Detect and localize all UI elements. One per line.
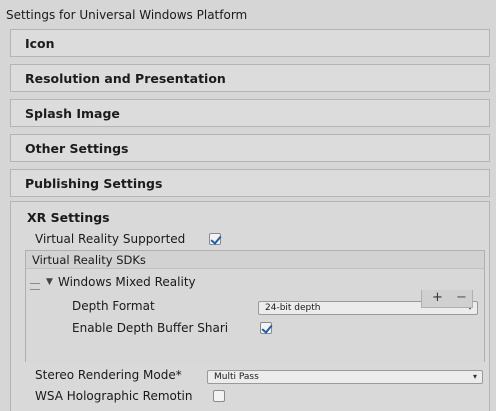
section-label: Splash Image bbox=[25, 105, 120, 121]
vr-sdk-list: Virtual Reality SDKs ▼ Windows Mixed Rea… bbox=[25, 250, 485, 365]
holographic-remoting-label: WSA Holographic Remotin bbox=[35, 389, 193, 403]
xr-settings-title[interactable]: XR Settings bbox=[27, 210, 110, 225]
add-button[interactable]: + bbox=[432, 290, 443, 305]
section-publishing-settings[interactable]: Publishing Settings bbox=[10, 169, 490, 197]
vr-sdk-list-header: Virtual Reality SDKs bbox=[26, 251, 484, 269]
section-label: Icon bbox=[25, 35, 55, 51]
page-title: Settings for Universal Windows Platform bbox=[6, 8, 248, 22]
vr-sdk-item: ▼ Windows Mixed Reality Depth Format 24-… bbox=[26, 269, 484, 365]
chevron-down-icon: ▾ bbox=[472, 372, 477, 381]
vr-supported-checkbox[interactable] bbox=[209, 233, 221, 245]
stereo-rendering-dropdown[interactable]: Multi Pass ▾ bbox=[207, 370, 483, 384]
section-icon[interactable]: Icon bbox=[10, 29, 490, 57]
vr-supported-label: Virtual Reality Supported bbox=[35, 232, 186, 246]
section-resolution-presentation[interactable]: Resolution and Presentation bbox=[10, 64, 490, 92]
depth-format-value: 24-bit depth bbox=[265, 303, 321, 313]
drag-handle-icon[interactable] bbox=[30, 283, 40, 290]
sdk-list-add-remove: + − bbox=[421, 290, 473, 308]
sdk-name: Windows Mixed Reality bbox=[58, 275, 196, 289]
enable-depth-buffer-checkbox[interactable] bbox=[260, 322, 272, 334]
vr-sdk-list-title: Virtual Reality SDKs bbox=[32, 253, 146, 267]
section-label: Resolution and Presentation bbox=[25, 70, 226, 86]
remove-button[interactable]: − bbox=[456, 290, 467, 305]
enable-depth-buffer-label: Enable Depth Buffer Shari bbox=[72, 321, 229, 335]
section-other-settings[interactable]: Other Settings bbox=[10, 134, 490, 162]
triangle-down-icon[interactable]: ▼ bbox=[46, 277, 53, 287]
section-label: Publishing Settings bbox=[25, 175, 163, 191]
xr-settings-panel: XR Settings Virtual Reality Supported Vi… bbox=[10, 201, 490, 411]
depth-format-label: Depth Format bbox=[72, 299, 155, 313]
section-label: Other Settings bbox=[25, 140, 129, 156]
section-splash-image[interactable]: Splash Image bbox=[10, 99, 490, 127]
stereo-rendering-label: Stereo Rendering Mode* bbox=[35, 368, 182, 382]
stereo-rendering-value: Multi Pass bbox=[214, 372, 259, 382]
inspector-panel: Settings for Universal Windows Platform … bbox=[0, 0, 496, 411]
holographic-remoting-checkbox[interactable] bbox=[213, 390, 225, 402]
